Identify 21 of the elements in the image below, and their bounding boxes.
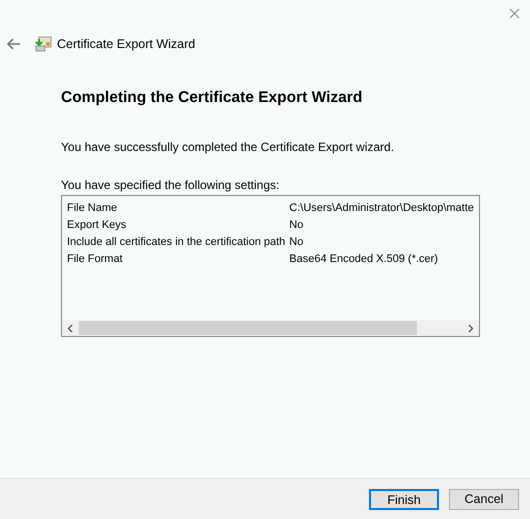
cancel-button[interactable]: Cancel [449,488,519,510]
setting-value: Base64 Encoded X.509 (*.cer) [289,252,439,266]
setting-name: File Name [67,200,118,216]
finish-button[interactable]: Finish [369,488,439,510]
setting-name: Export Keys [67,218,128,232]
horizontal-scrollbar[interactable] [62,320,479,336]
setting-value: No [289,234,304,250]
success-message: You have successfully completed the Certificate Export wizard. [61,139,394,156]
setting-name: Include all certificates in the certification path [67,234,286,250]
setting-name: File Format [67,252,124,266]
scroll-left-icon[interactable] [67,324,74,333]
scroll-right-icon[interactable] [467,324,474,333]
wizard-heading: Completing the Certificate Export Wizard [61,88,362,108]
back-arrow-icon[interactable] [7,38,21,50]
close-icon[interactable] [509,8,520,19]
scrollbar-thumb[interactable] [79,321,417,336]
window-title: Certificate Export Wizard [57,36,196,53]
setting-value: C:\Users\Administrator\Desktop\matte [289,200,475,216]
setting-value: No [289,218,304,232]
certificate-icon [35,36,52,52]
settings-label: You have specified the following settings: [61,177,280,194]
